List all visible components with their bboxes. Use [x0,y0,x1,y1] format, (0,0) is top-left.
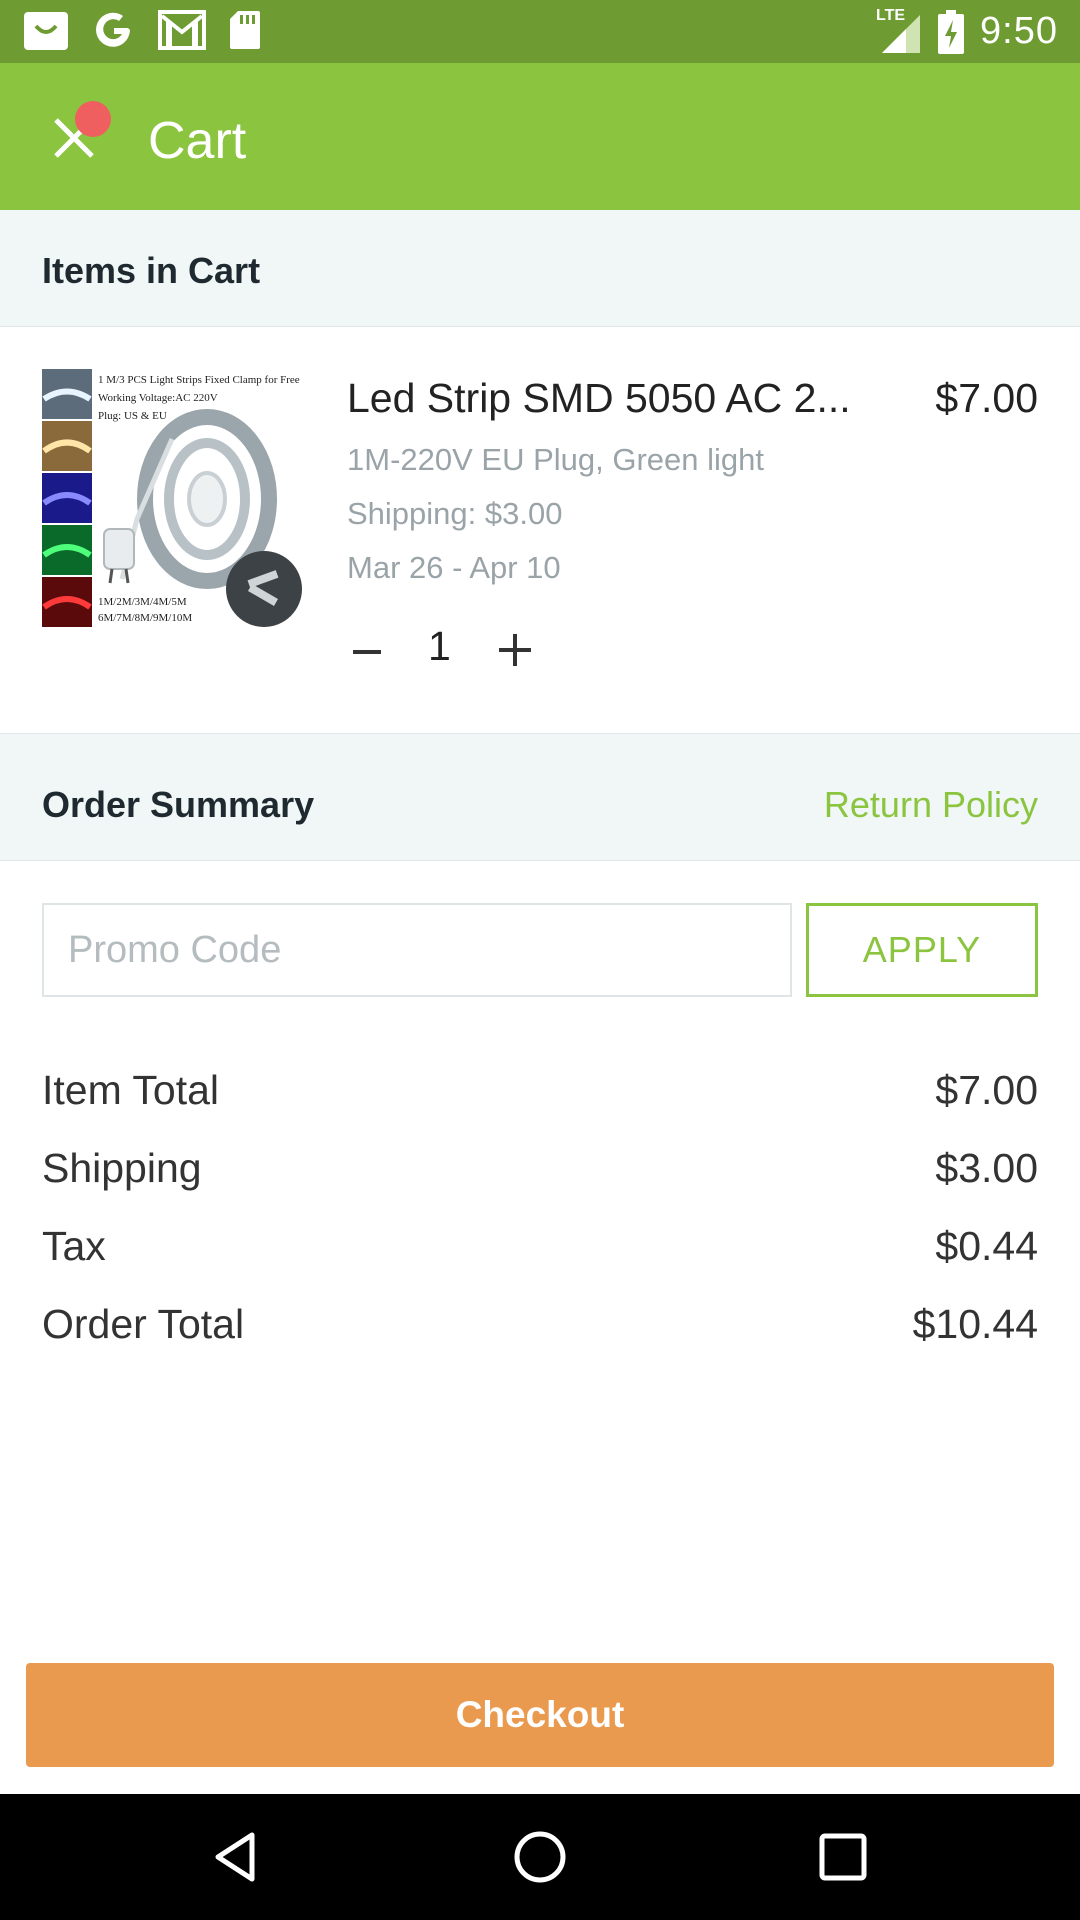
summary-value: $3.00 [935,1145,1038,1191]
summary-label: Order Total [42,1301,245,1347]
order-summary-title: Order Summary [42,784,315,825]
summary-row-shipping: Shipping $3.00 [42,1145,1038,1205]
image-text-3: Plug: US & EU [98,410,167,422]
status-bar-system: LTE 9:50 [860,0,1058,63]
nav-back-button[interactable] [206,1827,266,1887]
summary-value: $10.44 [912,1301,1038,1347]
gmail-icon [158,10,206,50]
item-shipping: Shipping: $3.00 [347,496,563,531]
quantity-increase-button[interactable] [495,617,535,677]
nav-home-button[interactable] [510,1827,570,1887]
clock: 9:50 [980,10,1058,52]
quantity-value: 1 [428,623,451,669]
minus-icon [353,650,381,654]
summary-value: $7.00 [935,1067,1038,1113]
item-price: $7.00 [935,375,1038,421]
return-policy-link[interactable]: Return Policy [824,784,1038,826]
order-summary-header: Order Summary Return Policy [0,733,1080,861]
page-title: Cart [148,112,247,170]
navigation-bar [0,1794,1080,1920]
google-icon [96,12,130,47]
status-bar-notifications [22,8,284,52]
summary-label: Shipping [42,1145,202,1191]
item-delivery-dates: Mar 26 - Apr 10 [347,550,561,585]
product-thumbnail: 1 M/3 PCS Light Strips Fixed Clamp for F… [42,369,304,631]
image-text-5: 6M/7M/8M/9M/10M [98,612,192,624]
image-text-2: Working Voltage:AC 220V [98,392,218,404]
quantity-decrease-button[interactable] [347,622,387,682]
plus-icon [499,634,531,666]
summary-value: $0.44 [935,1223,1038,1269]
summary-row-tax: Tax $0.44 [42,1223,1038,1283]
promo-code-input[interactable] [42,903,792,997]
item-variant: 1M-220V EU Plug, Green light [347,442,764,477]
summary-row-item-total: Item Total $7.00 [42,1067,1038,1127]
back-icon [215,1832,255,1882]
signal-icon: LTE [876,7,922,55]
battery-icon [938,9,965,54]
home-icon [514,1831,566,1883]
summary-label: Item Total [42,1067,219,1113]
item-title[interactable]: Led Strip SMD 5050 AC 2... [347,375,867,422]
summary-row-order-total: Order Total $10.44 [42,1301,1038,1361]
cart-item: 1 M/3 PCS Light Strips Fixed Clamp for F… [0,327,1080,733]
image-text-1: 1 M/3 PCS Light Strips Fixed Clamp for F… [98,374,300,386]
shop-icon [24,12,68,50]
sd-card-icon [230,11,260,49]
apply-promo-button[interactable]: APPLY [806,903,1038,997]
app-bar: Cart [0,63,1080,210]
items-section-header: Items in Cart [0,210,1080,327]
notification-dot [75,101,111,137]
image-text-4: 1M/2M/3M/4M/5M [98,596,187,608]
status-bar: LTE 9:50 [0,0,1080,63]
nav-recents-button[interactable] [813,1827,873,1887]
product-image[interactable]: 1 M/3 PCS Light Strips Fixed Clamp for F… [42,369,304,631]
checkout-button[interactable]: Checkout [26,1663,1054,1767]
recents-icon [819,1833,867,1881]
items-section-title: Items in Cart [42,250,261,291]
summary-label: Tax [42,1223,106,1269]
